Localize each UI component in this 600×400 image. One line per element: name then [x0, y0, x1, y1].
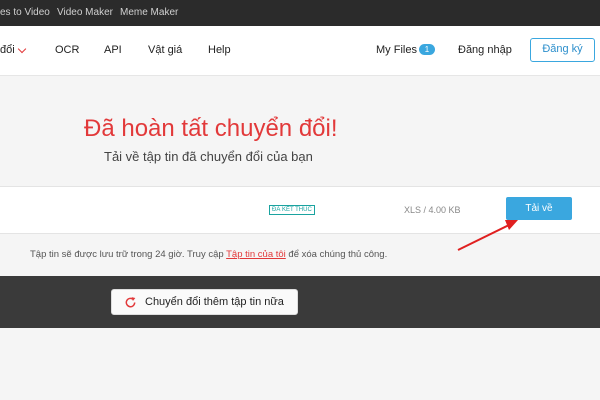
topbar-link-meme-maker[interactable]: Meme Maker — [120, 7, 178, 18]
my-files-count-badge: 1 — [419, 44, 435, 55]
nav-item-login[interactable]: Đăng nhập — [458, 44, 512, 56]
convert-more-button[interactable]: Chuyển đổi thêm tập tin nữa — [111, 289, 298, 315]
page-title: Đã hoàn tất chuyển đổi! — [84, 115, 338, 142]
retention-note: Tập tin sẽ được lưu trữ trong 24 giờ. Tr… — [30, 249, 387, 260]
topbar-link-video-maker[interactable]: Video Maker — [57, 7, 113, 18]
signup-button[interactable]: Đăng ký — [530, 38, 595, 62]
nav-item-convert[interactable]: đổi — [0, 44, 15, 56]
top-bar: es to Video Video Maker Meme Maker — [0, 0, 600, 26]
nav-item-help[interactable]: Help — [208, 44, 231, 56]
action-band — [0, 276, 600, 328]
retention-note-text: Tập tin sẽ được lưu trữ trong 24 giờ. Tr… — [30, 249, 227, 260]
chevron-down-icon[interactable] — [17, 44, 27, 54]
main-navbar: đổi OCR API Vật giá Help My Files Đăng n… — [0, 26, 600, 76]
topbar-link-slides-to-video[interactable]: es to Video — [0, 7, 50, 18]
convert-more-label: Chuyển đổi thêm tập tin nữa — [145, 296, 284, 308]
nav-item-ocr[interactable]: OCR — [55, 44, 79, 56]
nav-item-my-files[interactable]: My Files — [376, 44, 417, 56]
file-format-size: XLS / 4.00 KB — [404, 205, 461, 215]
refresh-icon — [125, 297, 136, 308]
nav-item-vat-gia[interactable]: Vật giá — [148, 44, 182, 56]
nav-item-api[interactable]: API — [104, 44, 122, 56]
my-files-link[interactable]: Tập tin của tôi — [226, 249, 286, 260]
retention-note-text-end: để xóa chúng thủ công. — [285, 249, 388, 260]
page-subtitle: Tải về tập tin đã chuyển đổi của bạn — [104, 149, 313, 164]
status-badge: ĐÃ KẾT THÚC — [269, 205, 315, 215]
download-button[interactable]: Tải về — [506, 197, 572, 220]
